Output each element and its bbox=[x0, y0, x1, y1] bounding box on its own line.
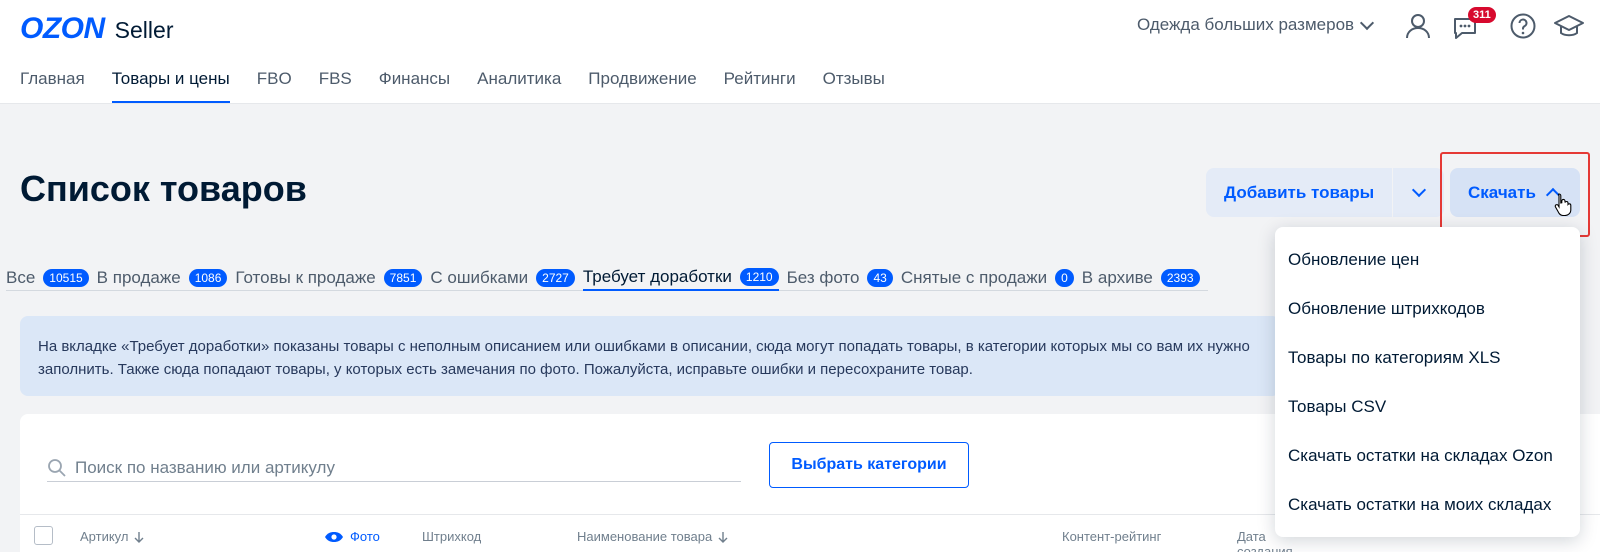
add-products-menu-button[interactable] bbox=[1393, 168, 1444, 217]
menu-item-own-warehouse-stock[interactable]: Скачать остатки на моих складах bbox=[1275, 480, 1580, 529]
tab-label: В архиве bbox=[1081, 267, 1153, 287]
nav-item-fbs[interactable]: FBS bbox=[319, 69, 352, 103]
add-products-split-button: Добавить товары bbox=[1206, 168, 1445, 217]
chevron-down-icon bbox=[1411, 182, 1426, 198]
info-banner: На вкладке «Требует доработки» показаны … bbox=[20, 316, 1280, 396]
column-header-sku[interactable]: Артикул bbox=[80, 529, 144, 544]
messages-count-badge: 311 bbox=[1468, 7, 1496, 23]
info-text: На вкладке «Требует доработки» показаны … bbox=[38, 338, 1250, 378]
top-header: OZON Seller Одежда больших размеров 311 … bbox=[0, 0, 1600, 104]
search-icon bbox=[48, 458, 66, 477]
nav-item-promotion[interactable]: Продвижение bbox=[588, 69, 696, 103]
add-products-button[interactable]: Добавить товары bbox=[1206, 168, 1394, 217]
tab-count-badge: 2393 bbox=[1160, 268, 1200, 287]
tab-with-errors[interactable]: С ошибками 2727 bbox=[430, 265, 575, 291]
tab-label: Требует доработки bbox=[582, 266, 732, 286]
column-header-name[interactable]: Наименование товара bbox=[577, 529, 728, 544]
tab-label: Готовы к продаже bbox=[235, 267, 376, 287]
tab-needs-revision[interactable]: Требует доработки 1210 bbox=[582, 265, 779, 291]
nav-item-analytics[interactable]: Аналитика bbox=[477, 69, 561, 103]
status-tabs: Все 10515 В продаже 1086 Готовы к продаже 7… bbox=[6, 265, 1208, 291]
tab-label: В продаже bbox=[96, 267, 181, 287]
tab-count-badge: 1086 bbox=[188, 268, 228, 287]
tab-count-badge: 10515 bbox=[43, 268, 89, 287]
menu-item-barcode-update[interactable]: Обновление штрихкодов bbox=[1275, 284, 1580, 333]
menu-item-price-update[interactable]: Обновление цен bbox=[1275, 235, 1580, 284]
nav-item-products[interactable]: Товары и цены bbox=[111, 69, 230, 103]
tab-all[interactable]: Все 10515 bbox=[6, 265, 89, 291]
column-label: Артикул bbox=[80, 529, 129, 544]
column-label: Штрихкод bbox=[422, 529, 482, 544]
nav-item-reviews[interactable]: Отзывы bbox=[823, 69, 885, 103]
column-header-photo[interactable]: Фото bbox=[324, 529, 380, 544]
tab-label: Снятые с продажи bbox=[900, 267, 1048, 287]
download-dropdown-menu: Обновление цен Обновление штрихкодов Тов… bbox=[1275, 227, 1580, 537]
tab-label: Все bbox=[6, 267, 36, 287]
sort-arrow-icon bbox=[718, 531, 728, 543]
tab-count-badge: 0 bbox=[1055, 268, 1074, 287]
store-name: Одежда больших размеров bbox=[1137, 15, 1355, 34]
tab-label: С ошибками bbox=[430, 267, 529, 287]
ozon-seller-logo[interactable]: OZON Seller bbox=[20, 12, 173, 46]
logo-product: Seller bbox=[114, 17, 174, 43]
tab-count-badge: 7851 bbox=[383, 268, 423, 287]
tab-archive[interactable]: В архиве 2393 bbox=[1082, 265, 1200, 291]
column-header-content-rating: Контент-рейтинг bbox=[1062, 529, 1161, 544]
eye-icon bbox=[325, 531, 343, 542]
menu-item-products-csv[interactable]: Товары CSV bbox=[1275, 382, 1580, 431]
main-nav: Главная Товары и цены FBO FBS Финансы Ан… bbox=[20, 69, 885, 103]
nav-item-home[interactable]: Главная bbox=[20, 69, 85, 103]
column-label: Контент-рейтинг bbox=[1062, 529, 1162, 544]
search-field bbox=[47, 454, 741, 482]
hand-cursor-icon bbox=[1554, 193, 1572, 216]
menu-item-products-by-category-xls[interactable]: Товары по категориям XLS bbox=[1275, 333, 1580, 382]
chevron-down-icon bbox=[1359, 15, 1375, 30]
tab-count-badge: 43 bbox=[867, 268, 893, 287]
profile-icon[interactable] bbox=[1404, 12, 1432, 40]
column-header-barcode: Штрихкод bbox=[422, 529, 481, 544]
help-icon[interactable] bbox=[1509, 12, 1537, 40]
tab-no-photo[interactable]: Без фото 43 bbox=[787, 265, 893, 291]
tab-on-sale[interactable]: В продаже 1086 bbox=[97, 265, 228, 291]
tab-count-badge: 1210 bbox=[739, 267, 779, 286]
tab-ready-for-sale[interactable]: Готовы к продаже 7851 bbox=[235, 265, 423, 291]
tab-removed-from-sale[interactable]: Снятые с продажи 0 bbox=[901, 265, 1074, 291]
nav-item-ratings[interactable]: Рейтинги bbox=[724, 69, 796, 103]
sort-arrow-icon bbox=[134, 531, 144, 543]
tab-count-badge: 2727 bbox=[536, 268, 575, 287]
logo-brand: OZON bbox=[20, 12, 105, 45]
column-label: Фото bbox=[350, 529, 380, 544]
store-selector[interactable]: Одежда больших размеров bbox=[1137, 15, 1375, 35]
page-title: Список товаров bbox=[20, 168, 307, 209]
tab-label: Без фото bbox=[786, 267, 860, 287]
menu-item-ozon-warehouse-stock[interactable]: Скачать остатки на складах Ozon bbox=[1275, 431, 1580, 480]
column-label: Наименование товара bbox=[577, 529, 713, 544]
select-categories-button[interactable]: Выбрать категории bbox=[769, 442, 969, 488]
nav-item-finance[interactable]: Финансы bbox=[379, 69, 450, 103]
search-input[interactable] bbox=[75, 457, 715, 478]
nav-item-fbo[interactable]: FBO bbox=[257, 69, 292, 103]
select-all-checkbox[interactable] bbox=[34, 526, 53, 545]
education-icon[interactable] bbox=[1553, 12, 1585, 40]
